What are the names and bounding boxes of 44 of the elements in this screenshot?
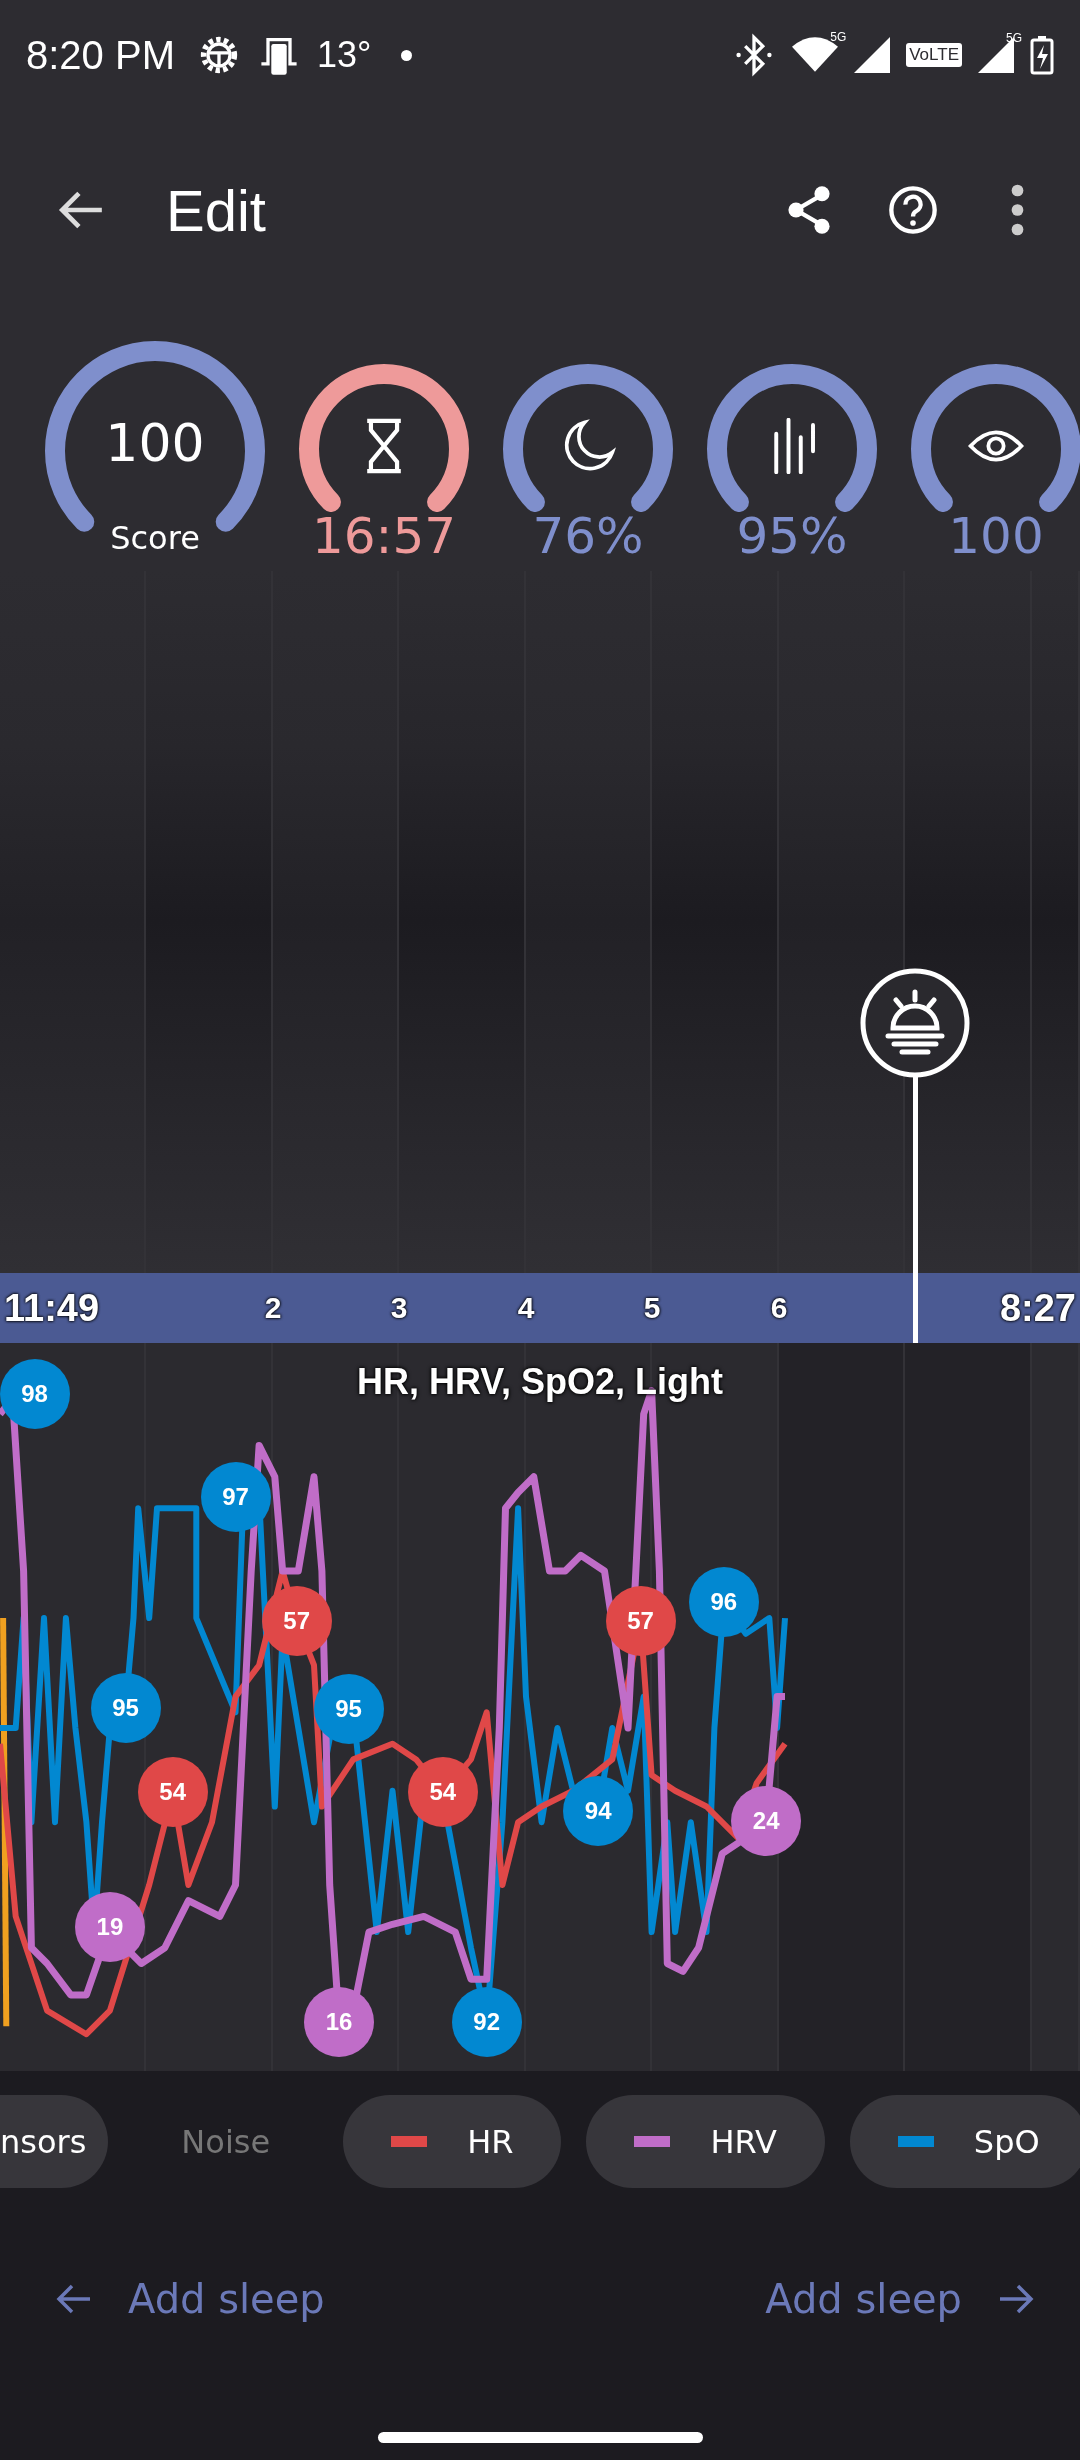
signal-icon [854, 37, 891, 73]
filter-chip[interactable]: HR [343, 2095, 562, 2188]
score-label: Score [109, 519, 201, 557]
add-sleep-previous-button[interactable]: Add sleep [50, 2272, 329, 2326]
gauge-value: 100 [948, 508, 1044, 564]
gauge-value: 95% [736, 508, 848, 564]
value-marker: 19 [74, 1892, 145, 1963]
more-icon [1011, 184, 1024, 236]
score-value: 100 [104, 413, 206, 473]
value-marker: 97 [200, 1462, 271, 1533]
sunrise-marker-icon[interactable] [860, 968, 970, 1078]
dot-icon [401, 49, 413, 61]
hour-label: 3 [390, 1291, 408, 1325]
filter-chip[interactable]: Noise [133, 2095, 319, 2188]
value-marker: 54 [137, 1757, 208, 1828]
help-icon [887, 184, 939, 236]
hour-label: 5 [643, 1291, 661, 1325]
value-marker: 98 [0, 1358, 70, 1429]
volte-label: VoLTE [906, 43, 962, 67]
filter-chip[interactable]: HRV [586, 2095, 825, 2188]
filter-chip[interactable]: nsors [0, 2095, 109, 2188]
hour-label: 6 [770, 1291, 788, 1325]
hour-label: 4 [517, 1291, 535, 1325]
end-time: 8:27 [999, 1286, 1076, 1330]
status-time: 8:20 PM [26, 32, 175, 78]
value-marker: 92 [451, 1986, 522, 2057]
network-type-label: 5G [830, 30, 847, 44]
value-marker: 16 [304, 1986, 375, 2057]
start-time: 11:49 [4, 1286, 100, 1330]
value-marker: 94 [563, 1776, 634, 1847]
value-marker: 54 [407, 1757, 478, 1828]
value-marker: 95 [90, 1672, 161, 1743]
screen-title: Edit [166, 176, 266, 244]
value-marker: 95 [313, 1674, 384, 1745]
value-marker: 57 [605, 1586, 676, 1657]
chart-title: HR, HRV, SpO2, Light [357, 1361, 723, 1403]
hour-label: 2 [264, 1291, 282, 1325]
gauge-value: 16:57 [311, 508, 457, 564]
battery-charging-icon [1030, 35, 1054, 75]
temperature: 13° [316, 34, 372, 76]
gauge-value: 76% [532, 508, 644, 564]
filter-chip[interactable]: SpO [849, 2095, 1080, 2188]
add-sleep-next-button[interactable]: Add sleep [761, 2272, 1040, 2326]
value-marker: 96 [688, 1567, 759, 1638]
